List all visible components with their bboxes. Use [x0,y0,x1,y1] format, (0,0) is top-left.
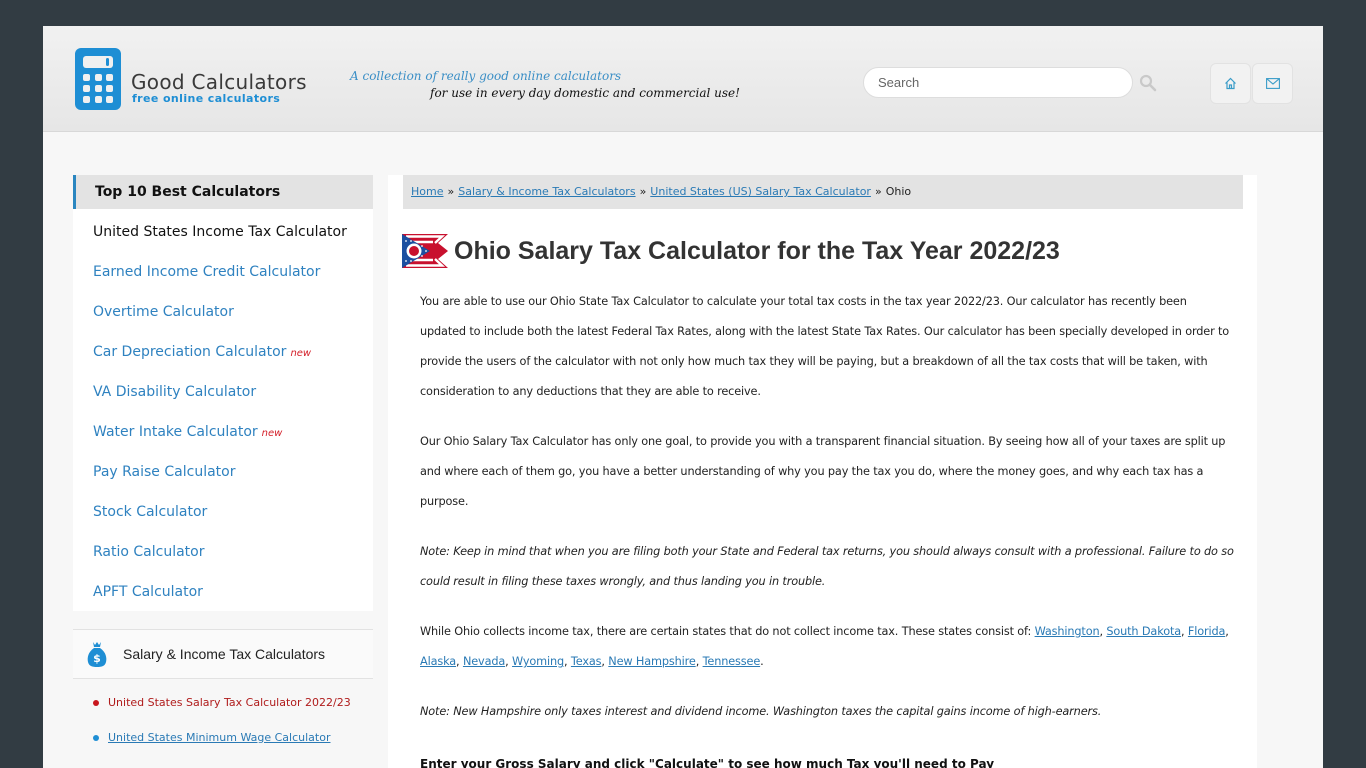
home-button[interactable] [1210,63,1251,104]
state-link[interactable]: Alaska [420,655,456,668]
page: Good Calculators free online calculators… [43,26,1323,768]
top10-item: APFT Calculator [73,569,373,609]
top10-link[interactable]: Stock Calculator [93,504,207,520]
state-link[interactable]: Tennessee [703,655,761,668]
breadcrumb-separator: » [639,185,647,198]
category-link-item: United States Salary Tax Calculator 2022… [73,685,373,720]
goal-paragraph: Our Ohio Salary Tax Calculator has only … [420,435,1226,508]
svg-text:$: $ [93,652,101,665]
breadcrumb-current: Ohio [885,185,912,198]
title-row: Ohio Salary Tax Calculator for the Tax Y… [402,233,1060,269]
state-link[interactable]: Florida [1188,625,1226,638]
category-title: Salary & Income Tax Calculators [123,646,326,662]
tagline-line1: A collection of really good online calcu… [350,69,622,83]
intro-paragraph: You are able to use our Ohio State Tax C… [420,295,1230,398]
category-link-item: United States Minimum Wage Calculator [73,720,373,755]
state-link[interactable]: Washington [1035,625,1100,638]
top10-item: Ratio Calculator [73,529,373,569]
site-header: Good Calculators free online calculators… [43,26,1323,132]
bullet-icon [93,734,99,741]
breadcrumb-separator: » [447,185,455,198]
top10-link[interactable]: VA Disability Calculator [93,384,256,400]
logo-title: Good Calculators [131,70,307,94]
top10-panel: Top 10 Best Calculators United States In… [73,175,373,611]
article-body: You are able to use our Ohio State Tax C… [420,287,1235,747]
sidebar: Top 10 Best Calculators United States In… [73,175,373,761]
search-icon[interactable] [1139,74,1157,92]
breadcrumb-link[interactable]: United States (US) Salary Tax Calculator [650,185,871,198]
top10-list: United States Income Tax Calculator Earne… [73,209,373,611]
state-link[interactable]: Nevada [463,655,505,668]
top10-link[interactable]: Water Intake Calculator [93,424,258,440]
nh-wa-note: Note: New Hampshire only taxes interest … [420,705,1102,718]
home-icon [1225,77,1236,90]
top10-item: United States Income Tax Calculator [73,209,373,249]
no-tax-states-paragraph: While Ohio collects income tax, there ar… [420,625,1229,668]
state-link[interactable]: Wyoming [512,655,564,668]
category-link[interactable]: United States Minimum Wage Calculator [108,731,330,744]
category-links: United States Salary Tax Calculator 2022… [73,679,373,761]
breadcrumb-separator: » [874,185,882,198]
bullet-icon [93,699,99,706]
category-link[interactable]: United States Salary Tax Calculator 2022… [108,696,351,709]
top10-link[interactable]: Earned Income Credit Calculator [93,264,320,280]
new-badge: new [290,348,312,359]
money-bag-icon: $ [87,642,107,667]
top10-item: VA Disability Calculator [73,369,373,409]
new-badge: new [261,428,283,439]
top10-heading: Top 10 Best Calculators [73,175,373,209]
top10-item: Pay Raise Calculator [73,449,373,489]
top10-link[interactable]: Car Depreciation Calculator [93,344,286,360]
search-input[interactable] [863,67,1133,98]
top10-item: Car Depreciation Calculator new [73,329,373,369]
top10-item: Water Intake Calculator new [73,409,373,449]
contact-button[interactable] [1252,63,1293,104]
top10-link[interactable]: Ratio Calculator [93,544,205,560]
mail-icon [1265,78,1280,89]
breadcrumb-link[interactable]: Salary & Income Tax Calculators [458,185,635,198]
breadcrumb-link[interactable]: Home [411,185,443,198]
logo-subtitle: free online calculators [132,92,281,105]
top10-link[interactable]: United States Income Tax Calculator [93,224,347,240]
calculator-prompt: Enter your Gross Salary and click "Calcu… [420,757,995,768]
professional-note: Note: Keep in mind that when you are fil… [420,545,1234,588]
state-link[interactable]: Texas [571,655,602,668]
state-link[interactable]: South Dakota [1106,625,1181,638]
page-title: Ohio Salary Tax Calculator for the Tax Y… [454,236,1060,265]
top10-link[interactable]: Pay Raise Calculator [93,464,235,480]
top10-item: Earned Income Credit Calculator [73,249,373,289]
ohio-flag-icon [402,234,448,268]
top10-item: Overtime Calculator [73,289,373,329]
top10-link[interactable]: APFT Calculator [93,584,203,600]
calculator-icon [75,48,121,110]
category-header: $ Salary & Income Tax Calculators [73,629,373,679]
main-content: Home» Salary & Income Tax Calculators» Uni… [388,175,1257,768]
top10-link[interactable]: Overtime Calculator [93,304,234,320]
no-tax-states-intro: While Ohio collects income tax, there ar… [420,625,1035,638]
site-logo[interactable]: Good Calculators free online calculators [75,48,325,112]
breadcrumb: Home» Salary & Income Tax Calculators» Uni… [403,175,1243,209]
tagline-line2: for use in every day domestic and commer… [430,86,740,100]
state-link[interactable]: New Hampshire [608,655,696,668]
top10-item: Stock Calculator [73,489,373,529]
